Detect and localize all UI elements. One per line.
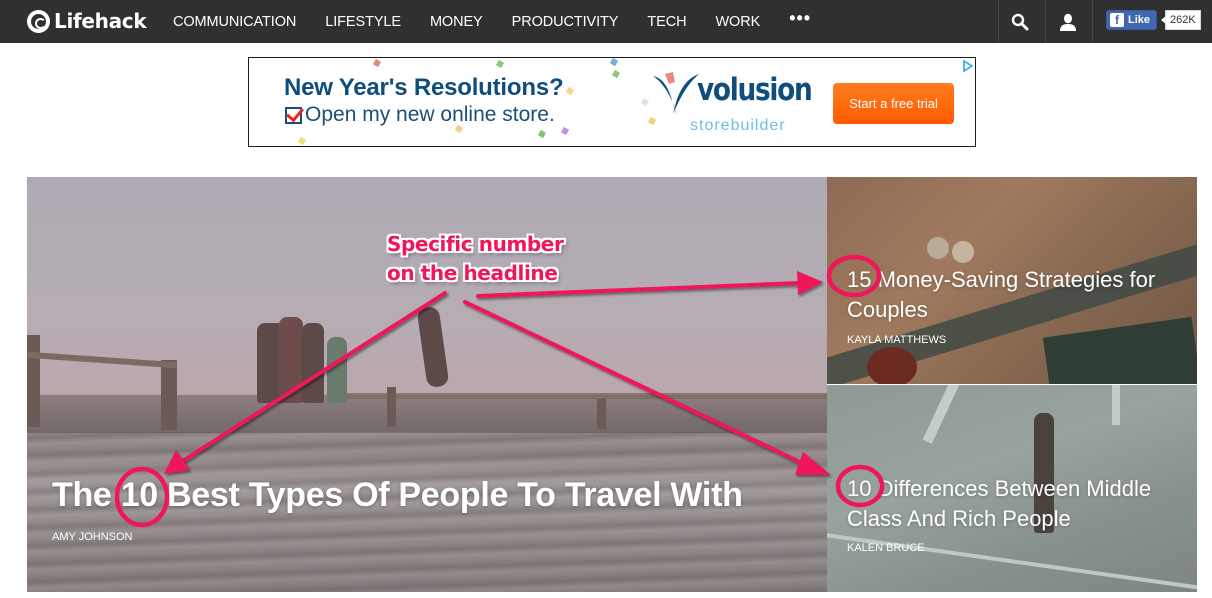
- facebook-icon: f: [1110, 13, 1124, 27]
- side-article-1-author[interactable]: KAYLA MATTHEWS: [847, 334, 946, 346]
- main-article-title[interactable]: The 10 Best Types Of People To Travel Wi…: [52, 476, 743, 515]
- hero-image-rail: [347, 393, 827, 399]
- nav-item-lifestyle[interactable]: LIFESTYLE: [325, 14, 401, 30]
- hero-image-post: [161, 360, 177, 430]
- start-free-trial-button[interactable]: Start a free trial: [833, 83, 954, 124]
- nav-item-communication[interactable]: COMMUNICATION: [173, 14, 296, 30]
- facebook-like-button[interactable]: f Like: [1106, 10, 1158, 30]
- top-navigation-bar: Lifehack COMMUNICATION LIFESTYLE MONEY P…: [0, 0, 1212, 43]
- ad-choices-icon: [963, 59, 973, 72]
- hero-image-jumper: [416, 305, 450, 389]
- side-article-2-author[interactable]: KALEN BRUCE: [847, 542, 925, 554]
- logo-text: Lifehack: [54, 9, 147, 33]
- user-account-button[interactable]: [1046, 0, 1090, 43]
- tile-image-coin: [927, 237, 949, 259]
- ad-banner[interactable]: New Year's Resolutions? Open my new onli…: [248, 57, 976, 147]
- tile-image-coin: [952, 241, 974, 263]
- hero-image-post: [27, 335, 40, 427]
- nav-item-work[interactable]: WORK: [715, 14, 760, 30]
- confetti-decoration: [640, 97, 650, 107]
- facebook-like-count: 262K: [1161, 10, 1201, 30]
- search-button[interactable]: [998, 0, 1042, 43]
- hero-image-person: [302, 323, 324, 403]
- main-nav: COMMUNICATION LIFESTYLE MONEY PRODUCTIVI…: [173, 0, 840, 43]
- confetti-decoration: [565, 86, 575, 96]
- volusion-storebuilder: storebuilder: [690, 117, 786, 134]
- tile-image-wallet: [1042, 316, 1197, 384]
- search-icon: [1011, 13, 1029, 30]
- volusion-brand: volusion: [697, 72, 813, 108]
- tile-image-road-line: [922, 385, 962, 444]
- featured-side-article-1[interactable]: 15 Money-Saving Strategies for Couples K…: [827, 177, 1197, 384]
- hero-image-person: [279, 317, 303, 403]
- confetti-decoration: [372, 58, 382, 68]
- checkbox-check-icon: [285, 106, 302, 124]
- ad-subline-text: Open my new online store.: [305, 103, 555, 126]
- featured-side-article-2[interactable]: 10 Differences Between Middle Class And …: [827, 385, 1197, 592]
- lifehack-logo[interactable]: Lifehack: [27, 7, 147, 35]
- side-article-2-title[interactable]: 10 Differences Between Middle Class And …: [847, 474, 1192, 534]
- confetti-decoration: [560, 126, 570, 136]
- tile-image-purse: [867, 347, 917, 384]
- nav-item-tech[interactable]: TECH: [647, 14, 686, 30]
- main-article-author[interactable]: AMY JOHNSON: [52, 531, 132, 543]
- hero-image-pier: [27, 395, 827, 433]
- volusion-logo-icon: [653, 72, 699, 116]
- confetti-decoration: [611, 69, 621, 79]
- lifehack-logo-icon: [27, 9, 50, 33]
- confetti-decoration: [609, 58, 619, 67]
- hero-image-rail: [27, 351, 178, 369]
- confetti-decoration: [647, 116, 657, 126]
- ad-headline: New Year's Resolutions?: [284, 74, 564, 101]
- ad-subline: Open my new online store.: [285, 103, 555, 127]
- user-icon: [1060, 13, 1076, 31]
- tile-image-road-line: [1112, 385, 1120, 425]
- side-article-1-title[interactable]: 15 Money-Saving Strategies for Couples: [847, 265, 1192, 325]
- ad-choices-button[interactable]: [960, 58, 975, 73]
- facebook-like-widget: f Like 262K: [1106, 10, 1201, 30]
- hero-image-post: [387, 387, 396, 427]
- nav-item-money[interactable]: MONEY: [430, 14, 483, 30]
- annotation-line-1: Specific number: [387, 232, 564, 256]
- hero-image-person: [327, 337, 347, 403]
- divider: [1092, 0, 1093, 43]
- annotation-callout: Specific number on the headline: [387, 230, 564, 288]
- hero-image-post: [597, 399, 606, 429]
- nav-item-productivity[interactable]: PRODUCTIVITY: [512, 14, 619, 30]
- nav-more-button[interactable]: •••: [789, 8, 811, 29]
- annotation-line-2: on the headline: [387, 261, 558, 285]
- confetti-decoration: [537, 129, 547, 139]
- confetti-decoration: [297, 136, 307, 146]
- confetti-decoration: [495, 59, 505, 69]
- facebook-like-label: Like: [1128, 14, 1151, 26]
